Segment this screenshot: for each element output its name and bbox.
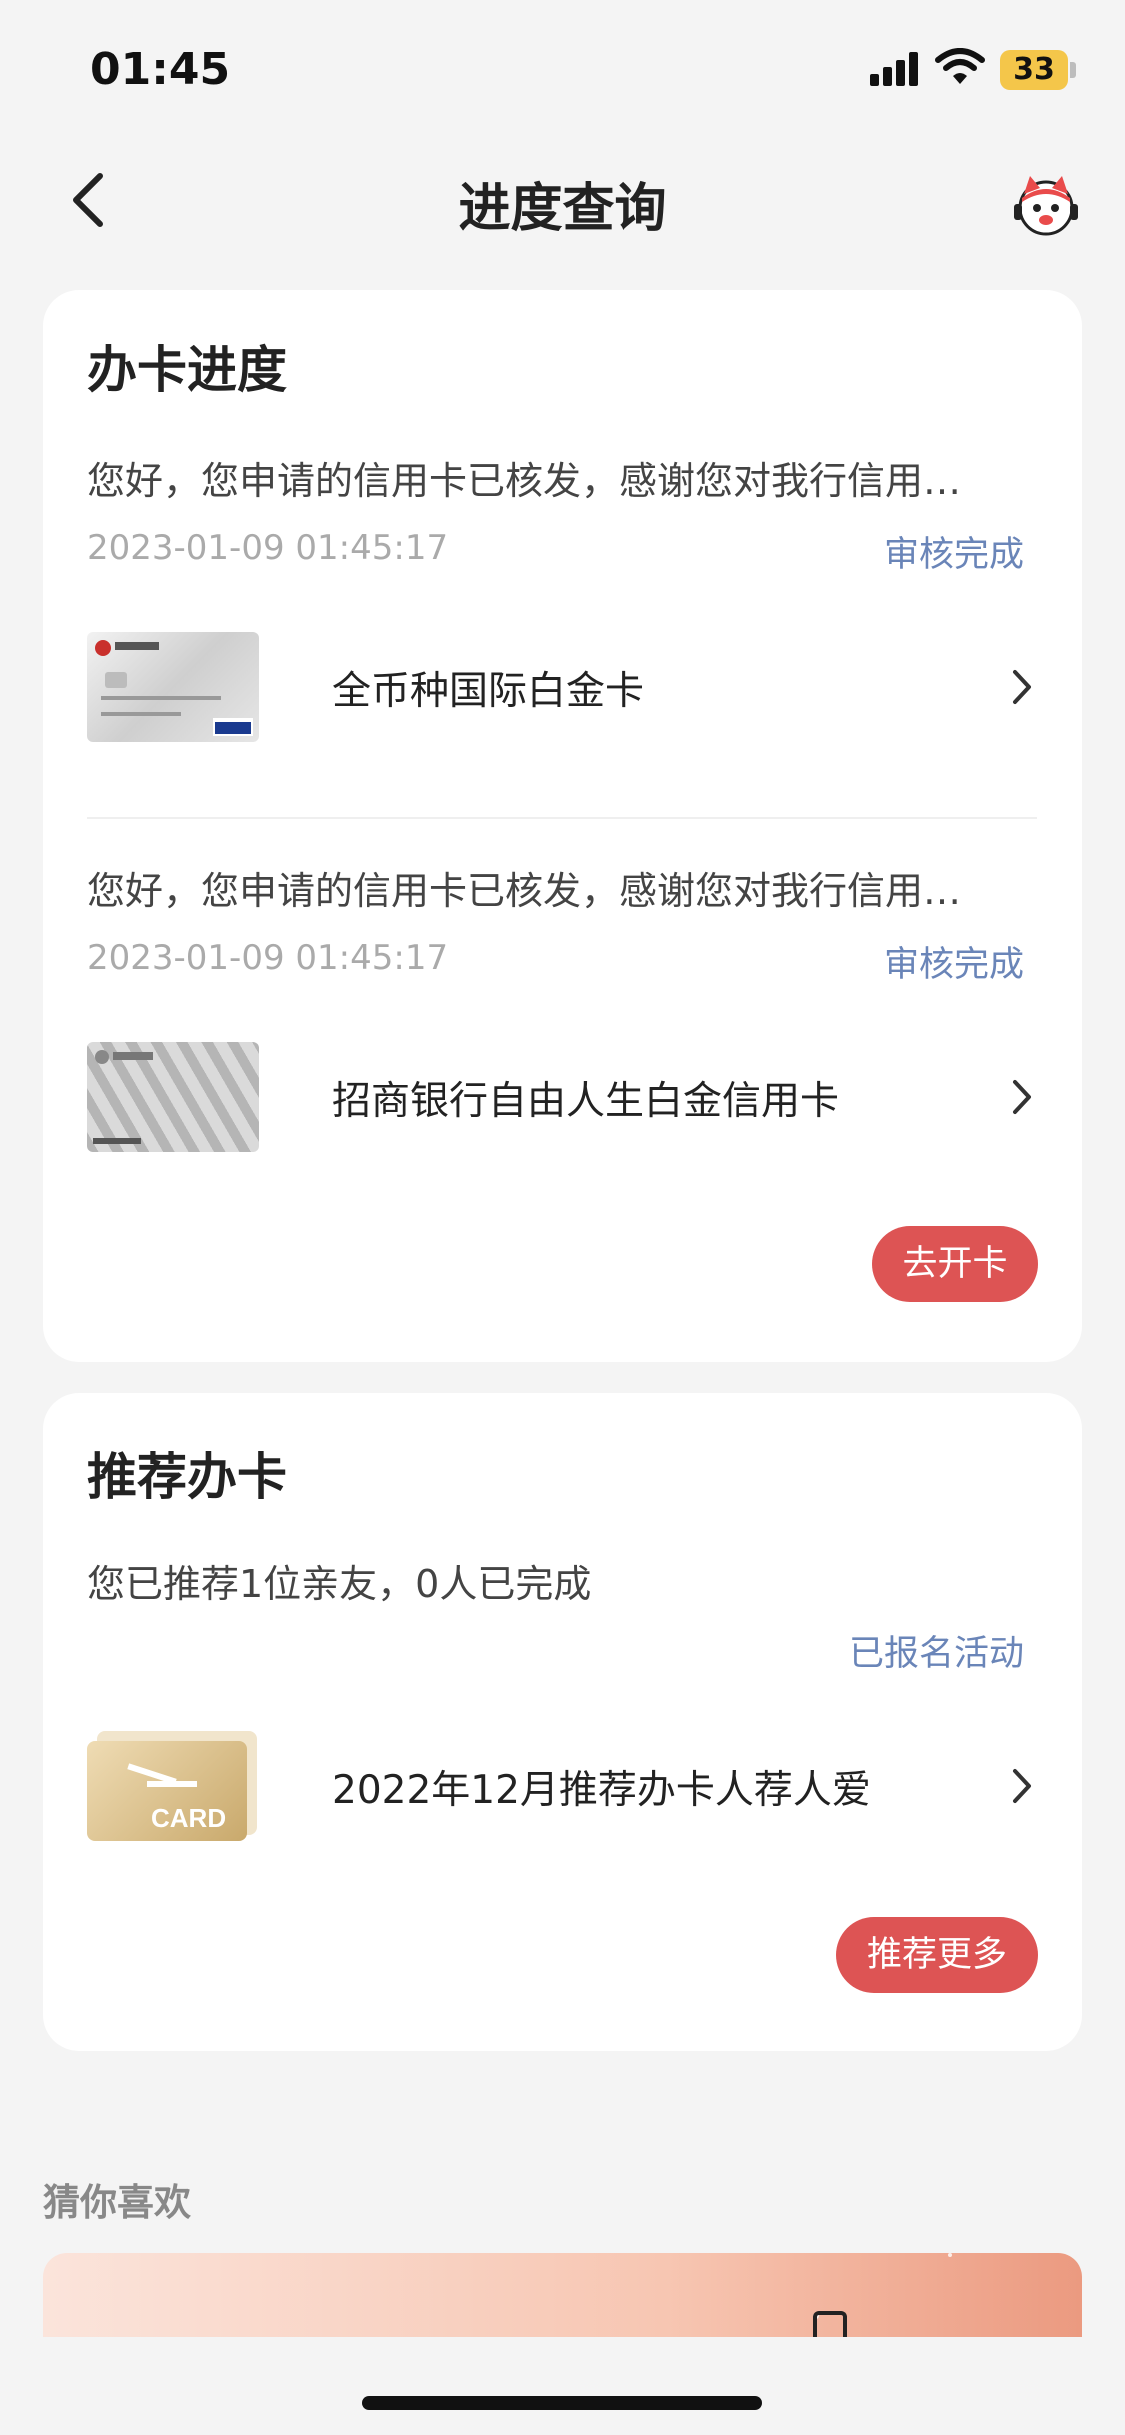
- card-image: [87, 632, 259, 742]
- card-item-platinum-global[interactable]: 全币种国际白金卡: [87, 632, 1037, 742]
- status-time: 01:45: [90, 44, 231, 95]
- card-progress-section: 办卡进度 您好，您申请的信用卡已核发，感谢您对我行信用… 2023-01-09 …: [43, 290, 1082, 1362]
- battery-icon: 33: [1000, 50, 1068, 90]
- card-refer-section: 推荐办卡 您已推荐1位亲友，0人已完成 已报名活动 CARD 2022年12月推…: [43, 1393, 1082, 2051]
- status-bar: 01:45 33: [0, 0, 1125, 140]
- signal-icon: [870, 52, 918, 86]
- battery-level: 33: [1013, 52, 1055, 87]
- application-message: 您好，您申请的信用卡已核发，感谢您对我行信用…: [87, 459, 962, 503]
- refer-more-button[interactable]: 推荐更多: [836, 1917, 1038, 1993]
- application-message: 您好，您申请的信用卡已核发，感谢您对我行信用…: [87, 869, 962, 913]
- activate-card-button[interactable]: 去开卡: [872, 1226, 1038, 1302]
- section-title: 推荐办卡: [87, 1448, 287, 1506]
- card-item-free-life-platinum[interactable]: 招商银行自由人生白金信用卡: [87, 1042, 1037, 1152]
- battery-cap: [1070, 62, 1076, 78]
- referral-card-image: CARD: [87, 1731, 259, 1841]
- application-timestamp: 2023-01-09 01:45:17: [87, 938, 449, 978]
- guess-you-like-title: 猜你喜欢: [43, 2181, 191, 2224]
- referral-activity-item[interactable]: CARD 2022年12月推荐办卡人荐人爱: [87, 1731, 1037, 1841]
- section-title: 办卡进度: [87, 341, 287, 399]
- application-status: 审核完成: [883, 535, 1024, 575]
- page-title: 进度查询: [458, 179, 667, 239]
- divider: [87, 817, 1037, 819]
- activity-name: 2022年12月推荐办卡人荐人爱: [332, 1768, 871, 1813]
- application-status: 审核完成: [883, 945, 1024, 985]
- card-name: 全币种国际白金卡: [332, 669, 645, 714]
- referral-card-label: CARD: [151, 1803, 227, 1833]
- referral-status: 已报名活动: [848, 1634, 1024, 1674]
- card-image: [87, 1042, 259, 1152]
- application-timestamp: 2023-01-09 01:45:17: [87, 528, 449, 568]
- chevron-right-icon: [1013, 670, 1031, 704]
- recommendation-banner[interactable]: [43, 2253, 1082, 2337]
- referral-summary: 您已推荐1位亲友，0人已完成: [87, 1562, 592, 1606]
- wifi-icon: [935, 48, 985, 84]
- progress-query-page: 01:45 33 进度查询 办卡进度 您好，您申请的信用卡已核发，感谢您对我行信…: [0, 0, 1125, 2435]
- chevron-right-icon: [1013, 1769, 1031, 1803]
- mascot-service-icon[interactable]: [1010, 168, 1082, 240]
- card-name: 招商银行自由人生白金信用卡: [332, 1079, 840, 1124]
- chevron-right-icon: [1013, 1080, 1031, 1114]
- home-indicator: [362, 2396, 762, 2410]
